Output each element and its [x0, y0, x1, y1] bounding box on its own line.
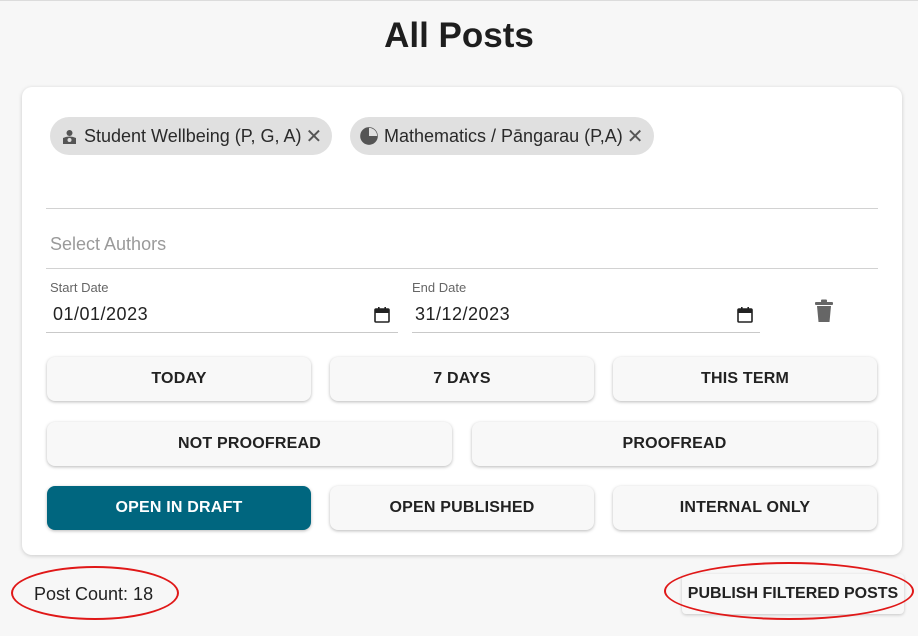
start-date-input[interactable]: 01/01/2023 — [53, 304, 148, 325]
end-date-input[interactable]: 31/12/2023 — [415, 304, 510, 325]
proofread-button[interactable]: PROOFREAD — [472, 422, 877, 466]
subjects-divider — [46, 208, 878, 209]
end-date-underline — [412, 332, 760, 333]
internal-only-button[interactable]: INTERNAL ONLY — [613, 486, 877, 530]
calendar-icon[interactable] — [373, 306, 391, 324]
page-title: All Posts — [384, 16, 534, 55]
start-date-underline — [46, 332, 398, 333]
subject-chip-wellbeing[interactable]: Student Wellbeing (P, G, A) ✕ — [50, 117, 333, 155]
end-date-label: End Date — [412, 280, 467, 295]
today-button[interactable]: TODAY — [47, 357, 311, 401]
post-count: Post Count: 18 — [34, 584, 154, 604]
not-proofread-button[interactable]: NOT PROOFREAD — [47, 422, 452, 466]
pie-chart-icon — [360, 127, 378, 145]
authors-divider — [46, 268, 878, 269]
subject-chip-label: Mathematics / Pāngarau (P,A) — [384, 125, 623, 146]
calendar-icon[interactable] — [736, 306, 754, 324]
filter-card: Student Wellbeing (P, G, A) ✕ Mathematic… — [22, 87, 902, 555]
open-published-button[interactable]: OPEN PUBLISHED — [330, 486, 594, 530]
start-date-label: Start Date — [50, 280, 109, 295]
subject-chip-mathematics[interactable]: Mathematics / Pāngarau (P,A) ✕ — [350, 117, 654, 155]
seven-days-button[interactable]: 7 DAYS — [330, 357, 594, 401]
select-authors-input[interactable]: Select Authors — [50, 234, 166, 255]
open-in-draft-button[interactable]: OPEN IN DRAFT — [47, 486, 311, 530]
subject-chip-label: Student Wellbeing (P, G, A) — [84, 125, 302, 146]
wellbeing-icon — [60, 127, 78, 145]
close-icon[interactable]: ✕ — [627, 124, 644, 149]
top-divider — [0, 0, 918, 1]
this-term-button[interactable]: THIS TERM — [613, 357, 877, 401]
trash-icon[interactable] — [814, 299, 834, 323]
publish-filtered-posts-button[interactable]: PUBLISH FILTERED POSTS — [682, 574, 904, 614]
close-icon[interactable]: ✕ — [305, 124, 322, 149]
